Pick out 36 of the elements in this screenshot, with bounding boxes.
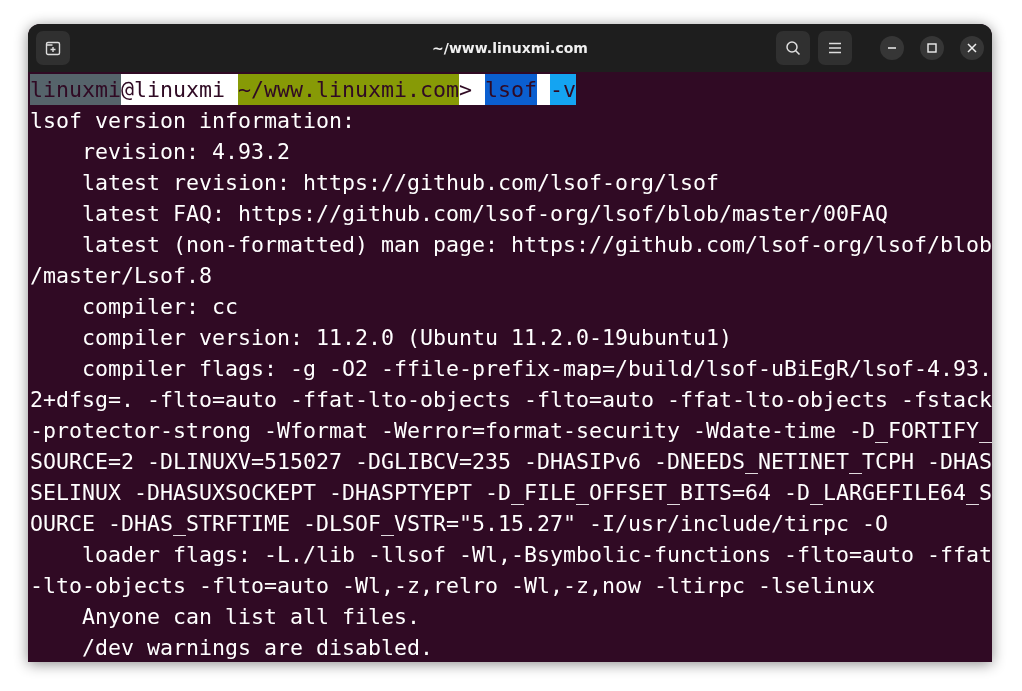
search-button[interactable] xyxy=(776,31,810,65)
output-line: Anyone can list all files. xyxy=(81,603,421,631)
prompt-segment: lsof xyxy=(485,74,538,105)
output-line: OURCE -DHAS_STRFTIME -DLSOF_VSTR="5.15.27" -I/usr/include/tirpc -O xyxy=(30,510,889,538)
maximize-button[interactable] xyxy=(920,36,944,60)
new-tab-button[interactable] xyxy=(36,31,70,65)
menu-icon xyxy=(828,42,842,54)
search-icon xyxy=(785,40,801,56)
output-line: 2+dfsg=. -flto=auto -ffat-lto-objects -flto=auto -ffat-lto-objects -fstack xyxy=(30,386,992,414)
output-line: -lto-objects -flto=auto -Wl,-z,relro -Wl,-z,now -ltirpc -lselinux xyxy=(30,572,876,600)
minimize-icon xyxy=(887,47,897,49)
output-line: /master/Lsof.8 xyxy=(30,262,212,290)
output-line: SELINUX -DHASUXSOCKEPT -DHASPTYEPT -D_FILE_OFFSET_BITS=64 -D_LARGEFILE64_S xyxy=(30,479,992,507)
output-line: compiler version: 11.2.0 (Ubuntu 11.2.0-19ubuntu1) xyxy=(81,324,733,352)
output-line: revision: 4.93.2 xyxy=(81,138,290,166)
window-title: ~/www.linuxmi.com xyxy=(431,40,589,56)
close-icon xyxy=(967,43,977,53)
prompt-segment: -v xyxy=(550,74,577,105)
new-tab-icon xyxy=(45,40,61,56)
maximize-icon xyxy=(927,43,937,53)
output-line: latest (non-formatted) man page: https://github.com/lsof-org/lsof/blob xyxy=(81,231,992,259)
menu-button[interactable] xyxy=(818,31,852,65)
output-line: -protector-strong -Wformat -Werror=format-security -Wdate-time -D_FORTIFY_ xyxy=(30,417,992,445)
output-line: lsof version information: xyxy=(30,107,355,135)
output-line: latest FAQ: https://github.com/lsof-org/lsof/blob/master/00FAQ xyxy=(81,200,889,228)
output-line: compiler: cc xyxy=(81,293,238,321)
output-line: compiler flags: -g -O2 -ffile-prefix-map=/build/lsof-uBiEgR/lsof-4.93. xyxy=(81,355,992,383)
prompt-segment: @linuxmi xyxy=(121,74,239,105)
output-line: latest revision: https://github.com/lsof-org/lsof xyxy=(81,169,720,197)
close-button[interactable] xyxy=(960,36,984,60)
output-line: SOURCE=2 -DLINUXV=515027 -DGLIBCV=235 -DHASIPv6 -DNEEDS_NETINET_TCPH -DHAS xyxy=(30,448,992,476)
output-line: /dev warnings are disabled. xyxy=(81,634,434,662)
minimize-button[interactable] xyxy=(880,36,904,60)
prompt-segment: ~/www.linuxmi.com xyxy=(238,74,460,105)
prompt-segment: > xyxy=(459,74,486,105)
output-line: loader flags: -L./lib -llsof -Wl,-Bsymbolic-functions -flto=auto -ffat xyxy=(81,541,992,569)
